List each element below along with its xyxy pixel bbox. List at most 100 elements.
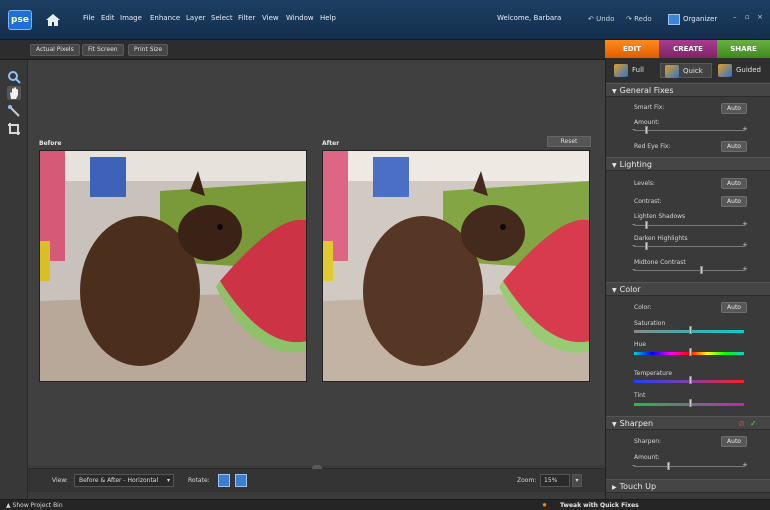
temperature-label: Temperature bbox=[634, 370, 673, 377]
color-header[interactable]: ▼ Color bbox=[606, 282, 770, 296]
tab-edit[interactable]: EDIT bbox=[605, 40, 659, 58]
options-bar: Actual Pixels Fit Screen Print Size bbox=[0, 40, 605, 60]
zoom-tool-icon[interactable] bbox=[7, 70, 21, 84]
slider-knob[interactable] bbox=[689, 376, 692, 384]
touch-up-title: Touch Up bbox=[619, 482, 657, 491]
slider-knob[interactable] bbox=[667, 462, 670, 470]
hue-slider[interactable] bbox=[634, 348, 744, 356]
slider-knob[interactable] bbox=[645, 242, 648, 250]
before-photo[interactable] bbox=[39, 150, 307, 382]
lighting-header[interactable]: ▼ Lighting bbox=[606, 157, 770, 171]
menu-edit[interactable]: Edit bbox=[101, 14, 115, 22]
menu-select[interactable]: Select bbox=[211, 14, 233, 22]
tab-share[interactable]: SHARE bbox=[717, 40, 770, 58]
status-bar: ▲ Show Project Bin ✹ Tweak with Quick Fi… bbox=[0, 499, 770, 510]
darken-highlights-slider[interactable] bbox=[634, 242, 744, 250]
mode-full[interactable]: Full bbox=[614, 63, 644, 78]
sharpen-label: Sharpen: bbox=[634, 438, 662, 445]
restore-button[interactable]: ▫ bbox=[745, 13, 750, 21]
slider-knob[interactable] bbox=[689, 399, 692, 407]
slider-knob[interactable] bbox=[689, 348, 692, 356]
caret-down-icon: ▼ bbox=[612, 88, 617, 95]
menu-help[interactable]: Help bbox=[320, 14, 336, 22]
red-eye-auto-button[interactable]: Auto bbox=[721, 141, 747, 152]
touch-up-header[interactable]: ▶ Touch Up bbox=[606, 479, 770, 493]
rotate-right-icon[interactable] bbox=[235, 474, 247, 487]
sharpen-header[interactable]: ▼ Sharpen ⊘ ✓ bbox=[606, 416, 770, 430]
menu-filter[interactable]: Filter bbox=[238, 14, 255, 22]
quick-selection-tool-icon[interactable] bbox=[7, 104, 21, 118]
cancel-icon[interactable]: ⊘ bbox=[738, 417, 745, 430]
mode-guided[interactable]: Guided bbox=[718, 63, 761, 78]
sharpen-title: Sharpen bbox=[619, 419, 654, 428]
crop-tool-icon[interactable] bbox=[7, 122, 21, 136]
menu-enhance[interactable]: Enhance bbox=[150, 14, 180, 22]
reset-button[interactable]: Reset bbox=[547, 136, 591, 147]
app-logo: pse bbox=[8, 10, 32, 30]
undo-button[interactable]: ↶ Undo bbox=[588, 12, 614, 27]
general-fixes-header[interactable]: ▼ General Fixes bbox=[606, 83, 770, 97]
smart-fix-amount-slider[interactable] bbox=[634, 126, 744, 134]
caret-down-icon: ▼ bbox=[612, 421, 617, 428]
mode-full-label: Full bbox=[632, 66, 644, 74]
organizer-button[interactable]: Organizer bbox=[668, 12, 717, 27]
zoom-field[interactable]: 15% bbox=[540, 474, 570, 487]
menu-file[interactable]: File bbox=[83, 14, 95, 22]
tint-slider[interactable] bbox=[634, 399, 744, 407]
view-select[interactable]: Before & After - Horizontal ▾ bbox=[74, 474, 174, 487]
levels-auto-button[interactable]: Auto bbox=[721, 178, 747, 189]
plus-icon: + bbox=[742, 461, 748, 469]
color-auto-button[interactable]: Auto bbox=[721, 302, 747, 313]
after-photo[interactable] bbox=[322, 150, 590, 382]
smart-fix-label: Smart Fix: bbox=[634, 104, 665, 111]
slider-knob[interactable] bbox=[700, 266, 703, 274]
rotate-label: Rotate: bbox=[188, 477, 210, 484]
zoom-label: Zoom: bbox=[517, 477, 537, 484]
sharpen-amount-slider[interactable] bbox=[634, 462, 744, 470]
redo-label: Redo bbox=[634, 15, 652, 23]
view-label: View: bbox=[52, 477, 68, 484]
contrast-auto-button[interactable]: Auto bbox=[721, 196, 747, 207]
slider-knob[interactable] bbox=[689, 326, 692, 334]
fit-screen-button[interactable]: Fit Screen bbox=[82, 44, 124, 56]
view-select-value: Before & After - Horizontal bbox=[79, 477, 159, 484]
slider-knob[interactable] bbox=[645, 126, 648, 134]
lighten-shadows-slider[interactable] bbox=[634, 221, 744, 229]
minus-icon: – bbox=[632, 125, 636, 133]
redo-button[interactable]: ↷ Redo bbox=[626, 12, 652, 27]
tint-label: Tint bbox=[634, 392, 646, 399]
print-size-button[interactable]: Print Size bbox=[128, 44, 169, 56]
actual-pixels-button[interactable]: Actual Pixels bbox=[30, 44, 80, 56]
slider-knob[interactable] bbox=[645, 221, 648, 229]
sharpen-auto-button[interactable]: Auto bbox=[721, 436, 747, 447]
smart-fix-auto-button[interactable]: Auto bbox=[721, 103, 747, 114]
bin-toggle-handle[interactable] bbox=[312, 465, 322, 469]
mode-quick[interactable]: Quick bbox=[660, 63, 712, 78]
caret-right-icon: ▶ bbox=[612, 484, 617, 491]
menu-image[interactable]: Image bbox=[120, 14, 142, 22]
hand-tool-icon[interactable] bbox=[7, 86, 21, 100]
tab-create[interactable]: CREATE bbox=[659, 40, 717, 58]
home-icon[interactable] bbox=[44, 11, 62, 29]
organizer-label: Organizer bbox=[683, 15, 718, 23]
close-button[interactable]: × bbox=[757, 13, 763, 21]
commit-check-icon[interactable]: ✓ bbox=[750, 417, 757, 430]
temperature-slider[interactable] bbox=[634, 376, 744, 384]
project-bin-toggle[interactable]: ▲ Show Project Bin bbox=[6, 500, 63, 510]
rotate-left-icon[interactable] bbox=[218, 474, 230, 487]
zoom-dropdown-icon[interactable]: ▾ bbox=[572, 474, 582, 487]
darken-highlights-label: Darken Highlights bbox=[634, 235, 688, 242]
after-label: After bbox=[322, 140, 340, 147]
image-canvas[interactable]: Before After bbox=[28, 60, 605, 465]
menu-window[interactable]: Window bbox=[286, 14, 314, 22]
quick-fix-icon bbox=[665, 65, 679, 78]
minimize-button[interactable]: – bbox=[733, 13, 737, 21]
mode-guided-label: Guided bbox=[736, 66, 761, 74]
saturation-label: Saturation bbox=[634, 320, 666, 327]
midtone-contrast-slider[interactable] bbox=[634, 266, 744, 274]
saturation-slider[interactable] bbox=[634, 326, 744, 334]
menu-layer[interactable]: Layer bbox=[186, 14, 206, 22]
minus-icon: – bbox=[632, 220, 636, 228]
menu-view[interactable]: View bbox=[262, 14, 279, 22]
undo-icon: ↶ bbox=[588, 15, 597, 23]
